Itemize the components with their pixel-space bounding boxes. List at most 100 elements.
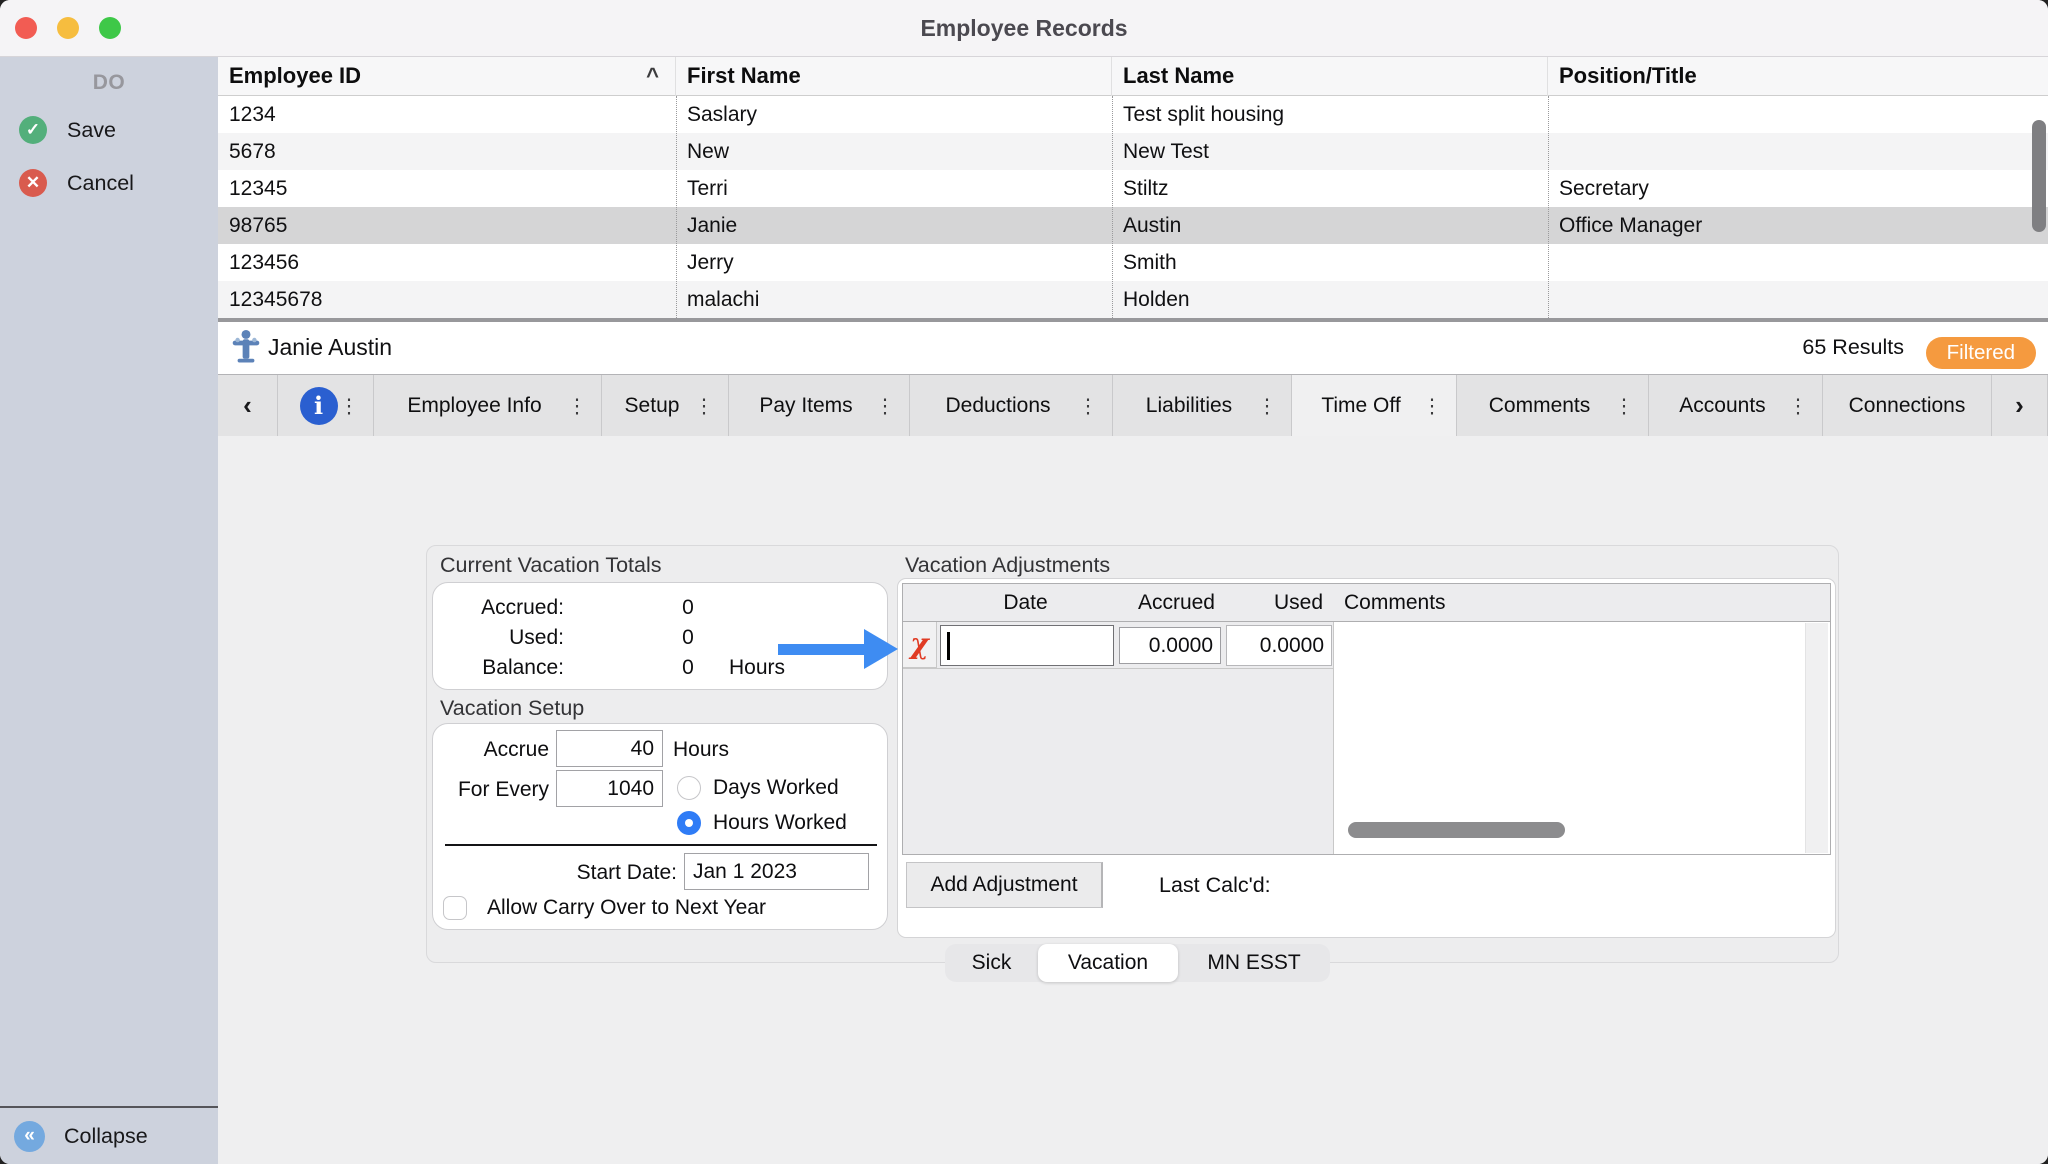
start-date-input[interactable] — [684, 853, 869, 890]
tab-menu-dots-icon[interactable]: ⋮ — [1422, 393, 1442, 418]
adjustment-accrued-input[interactable] — [1119, 627, 1221, 664]
adjustment-comments-area[interactable] — [1333, 622, 1830, 854]
table-row[interactable]: 12345 Terri Stiltz Secretary — [218, 170, 2048, 207]
table-cell: malachi — [687, 288, 760, 311]
column-header-2[interactable]: Last Name — [1112, 57, 1548, 96]
tab-menu-dots-icon[interactable]: ⋮ — [567, 393, 587, 418]
adjustment-used-input[interactable] — [1226, 625, 1332, 666]
totals-section-label: Current Vacation Totals — [440, 553, 662, 577]
comments-vertical-scrollbar[interactable] — [1805, 623, 1828, 853]
record-tab-bar: ‹ i ⋮ Employee Info ⋮ Setup ⋮ Pay Items ⋮ Deducti… — [218, 374, 2048, 437]
save-button[interactable]: ✓ Save — [0, 110, 218, 150]
table-cell — [1548, 96, 2048, 133]
table-cell: 123456 — [229, 251, 300, 274]
balance-value: 0 — [682, 656, 694, 679]
cancel-button[interactable]: ✕ Cancel — [0, 163, 218, 203]
for-every-input[interactable] — [556, 770, 663, 807]
tab-menu-dots-icon[interactable]: ⋮ — [1788, 393, 1808, 418]
tab-deductions[interactable]: Deductions ⋮ — [910, 375, 1113, 437]
sidebar-header: DO — [92, 71, 126, 94]
carry-over-checkbox[interactable] — [443, 896, 467, 920]
for-every-label: For Every — [457, 778, 549, 801]
text-cursor — [947, 632, 950, 660]
days-worked-radio[interactable] — [677, 776, 701, 800]
adjustments-column-header: Used — [1273, 591, 1323, 614]
tab-label: Time Off — [1321, 393, 1401, 417]
table-cell: 12345 — [229, 177, 288, 200]
start-date-label: Start Date: — [576, 861, 677, 884]
tab-scroll-left-button[interactable]: ‹ — [218, 375, 278, 437]
accrue-hours-input[interactable] — [556, 730, 663, 767]
save-label: Save — [67, 118, 117, 142]
tab-comments[interactable]: Comments ⋮ — [1457, 375, 1649, 437]
used-value: 0 — [682, 626, 694, 649]
segment-vacation[interactable]: Vacation — [1038, 944, 1178, 982]
tab-time-off[interactable]: Time Off ⋮ — [1292, 375, 1457, 437]
delete-row-cell[interactable]: χ — [903, 622, 937, 668]
table-row[interactable]: 1234 Saslary Test split housing — [218, 96, 2048, 133]
sort-ascending-icon: ^ — [646, 63, 659, 88]
comments-horizontal-scrollbar[interactable] — [1348, 822, 1565, 838]
days-worked-label: Days Worked — [713, 776, 839, 799]
collapse-chevrons-icon: « — [14, 1121, 45, 1152]
table-cell — [1548, 133, 2048, 170]
filtered-badge[interactable]: Filtered — [1925, 337, 2036, 369]
segment-mn-esst[interactable]: MN ESST — [1178, 944, 1330, 982]
collapse-label: Collapse — [64, 1124, 148, 1148]
totals-row-used: Used: 0 — [433, 623, 889, 653]
tab-menu-dots-icon[interactable]: ⋮ — [875, 393, 895, 418]
column-divider — [1112, 96, 1113, 318]
adjustments-table: Date Accrued Used Comments χ — [902, 583, 1831, 855]
setup-section-label: Vacation Setup — [440, 696, 585, 720]
tab-label: Accounts — [1679, 393, 1766, 417]
tab-menu-dots-icon[interactable]: ⋮ — [694, 393, 714, 418]
column-header-0[interactable]: Employee ID ^ — [218, 57, 676, 96]
row-divider — [903, 668, 1333, 669]
table-cell — [1548, 244, 2048, 281]
table-cell: Saslary — [687, 103, 758, 126]
accrued-label: Accrued: — [481, 596, 564, 619]
tab-accounts[interactable]: Accounts ⋮ — [1649, 375, 1823, 437]
table-cell: New — [687, 140, 730, 163]
carry-over-label: Allow Carry Over to Next Year — [487, 896, 766, 919]
tab-menu-dots-icon[interactable]: ⋮ — [1078, 393, 1098, 418]
tab-connections[interactable]: Connections — [1823, 375, 1992, 437]
employee-table-body: 1234 Saslary Test split housing 5678 New New … — [218, 96, 2048, 318]
adjustment-date-input[interactable] — [940, 625, 1114, 666]
tab-setup[interactable]: Setup ⋮ — [602, 375, 729, 437]
table-cell: Holden — [1123, 288, 1190, 311]
sidebar: DO ✓ Save ✕ Cancel « Collapse — [0, 57, 218, 1164]
collapse-button[interactable]: « Collapse — [0, 1108, 218, 1164]
delete-row-icon: χ — [910, 627, 929, 660]
table-row[interactable]: 12345678 malachi Holden — [218, 281, 2048, 318]
tab-menu-dots-icon[interactable]: ⋮ — [1257, 393, 1277, 418]
employee-table: Employee ID ^ First Name Last Name Position/… — [218, 57, 2048, 318]
cancel-label: Cancel — [67, 171, 134, 195]
add-adjustment-button[interactable]: Add Adjustment — [906, 862, 1103, 908]
accrue-label: Accrue — [483, 738, 549, 761]
column-header-3[interactable]: Position/Title — [1548, 57, 2048, 96]
table-row[interactable]: 98765 Janie Austin Office Manager — [218, 207, 2048, 244]
tab-pay-items[interactable]: Pay Items ⋮ — [729, 375, 910, 437]
record-header-band: Janie Austin 65 Results Filtered — [218, 322, 2048, 374]
tab-liabilities[interactable]: Liabilities ⋮ — [1113, 375, 1292, 437]
table-cell: Jerry — [687, 251, 734, 274]
tab-scroll-right-button[interactable]: › — [1992, 375, 2048, 437]
tab-menu-dots-icon[interactable]: ⋮ — [1614, 393, 1634, 418]
table-row[interactable]: 5678 New New Test — [218, 133, 2048, 170]
vacation-setup-box: Accrue Hours For Every Days Worked Hours… — [432, 723, 888, 930]
table-vertical-scrollbar[interactable] — [2032, 120, 2046, 232]
hours-worked-label: Hours Worked — [713, 811, 847, 834]
tab-info[interactable]: i ⋮ — [278, 375, 374, 437]
balance-unit: Hours — [729, 656, 786, 679]
tab-menu-dots-icon[interactable]: ⋮ — [339, 393, 359, 418]
tab-employee-info[interactable]: Employee Info ⋮ — [374, 375, 602, 437]
segment-sick[interactable]: Sick — [945, 944, 1038, 982]
adjustments-section-label: Vacation Adjustments — [905, 553, 1111, 577]
table-row[interactable]: 123456 Jerry Smith — [218, 244, 2048, 281]
table-cell: 98765 — [229, 214, 288, 237]
person-icon — [232, 329, 260, 363]
hours-worked-radio[interactable] — [677, 811, 701, 835]
column-header-1[interactable]: First Name — [676, 57, 1112, 96]
adjustments-column-header: Date — [1003, 591, 1048, 614]
